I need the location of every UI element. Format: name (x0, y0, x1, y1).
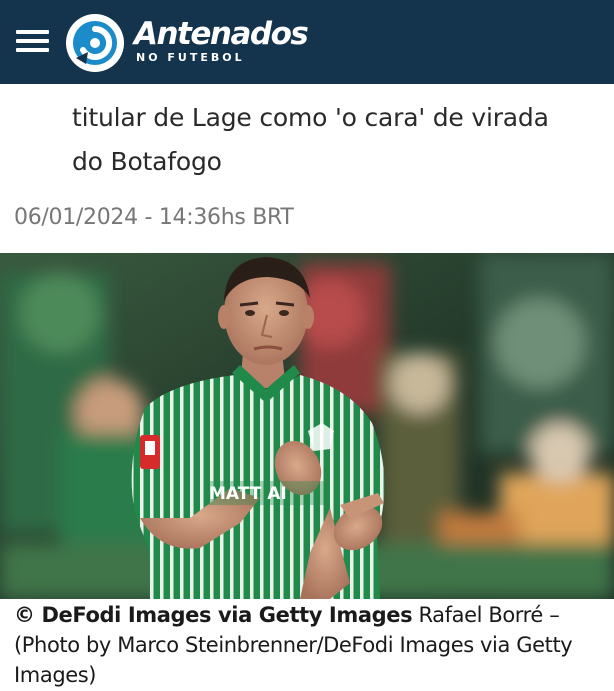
hamburger-menu-icon[interactable] (16, 30, 49, 52)
brand-subtitle: NO FUTEBOL (136, 51, 245, 64)
photo-credit: © DeFodi Images via Getty Images (14, 603, 413, 627)
jersey-sponsor: MATT AI (209, 484, 287, 504)
article-title-line: do Botafogo (72, 147, 222, 176)
site-header: Antenados NO FUTEBOL (0, 0, 614, 84)
article-photo[interactable]: MATT AI (0, 253, 614, 599)
article-title: titular de Lage como 'o cara' de virada … (72, 96, 602, 184)
photo-caption: © DeFodi Images via Getty Images Rafael … (14, 600, 610, 690)
article-title-line: titular de Lage como 'o cara' de virada (72, 103, 549, 132)
brand-name[interactable]: Antenados (134, 16, 309, 52)
article-date: 06/01/2024 - 14:36hs BRT (14, 205, 294, 230)
antenados-logo-icon[interactable] (64, 12, 126, 74)
